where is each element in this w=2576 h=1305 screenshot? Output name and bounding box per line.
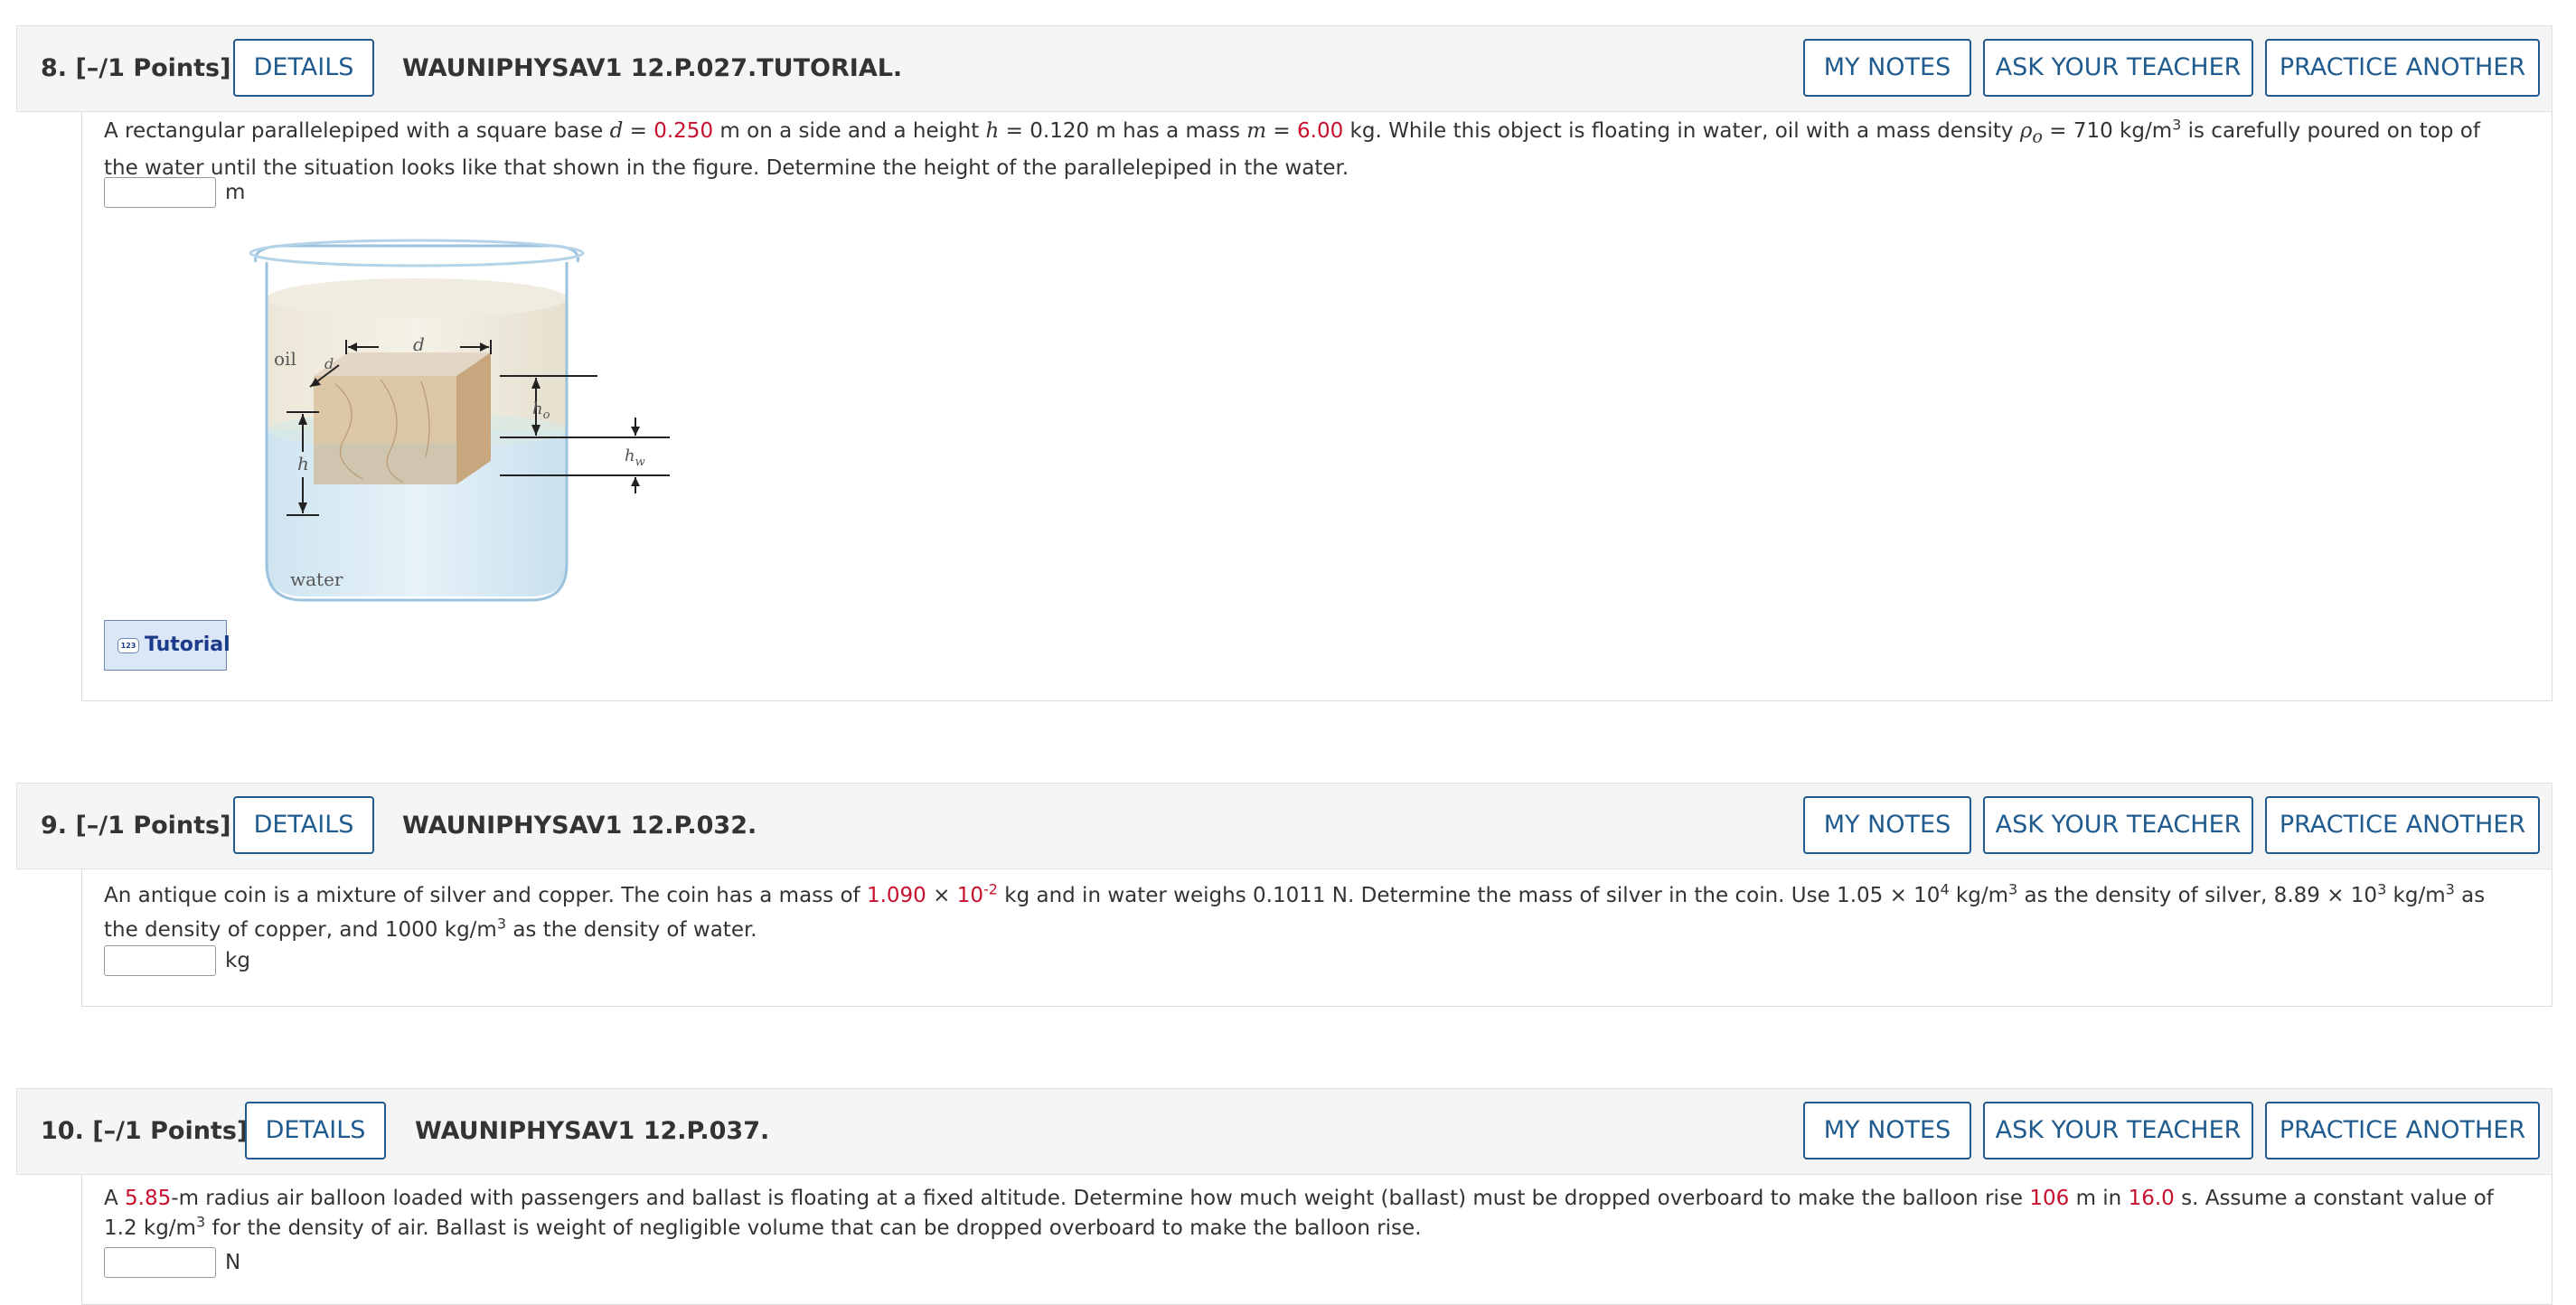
ask-your-teacher-button[interactable]: ASK YOUR TEACHER (1983, 39, 2253, 97)
question-8-body: A rectangular parallelepiped with a squa… (81, 112, 2552, 701)
answer-input[interactable] (104, 177, 216, 208)
oil-label: oil (274, 348, 296, 370)
question-10-body: A 5.85-m radius air balloon loaded with … (81, 1175, 2552, 1305)
details-button[interactable]: DETAILS (233, 39, 374, 97)
practice-another-button[interactable]: PRACTICE ANOTHER (2265, 39, 2540, 97)
question-number: 10. [–/1 Points] (41, 1117, 249, 1145)
wooden-block (314, 352, 491, 484)
unit-label: m (225, 181, 246, 204)
answer-input[interactable] (104, 1247, 216, 1278)
unit-label: N (225, 1251, 241, 1274)
water-label: water (290, 568, 343, 590)
details-button[interactable]: DETAILS (245, 1102, 386, 1159)
practice-another-button[interactable]: PRACTICE ANOTHER (2265, 1102, 2540, 1159)
question-code: WAUNIPHYSAV1 12.P.027.TUTORIAL. (402, 54, 903, 82)
question-code: WAUNIPHYSAV1 12.P.032. (402, 812, 757, 840)
my-notes-button[interactable]: MY NOTES (1803, 796, 1971, 854)
unit-label: kg (225, 949, 250, 972)
question-10-header: 10. [–/1 Points] DETAILS WAUNIPHYSAV1 12… (16, 1088, 2552, 1175)
question-text: An antique coin is a mixture of silver a… (104, 880, 2486, 942)
details-button[interactable]: DETAILS (233, 796, 374, 854)
tutorial-label: Tutorial (145, 634, 230, 656)
question-9-header: 9. [–/1 Points] DETAILS WAUNIPHYSAV1 12.… (16, 783, 2552, 869)
hw-label: hw (625, 446, 645, 469)
question-8-header: 8. [–/1 Points] DETAILS WAUNIPHYSAV1 12.… (16, 25, 2552, 112)
my-notes-button[interactable]: MY NOTES (1803, 39, 1971, 97)
beaker-figure: oil water d d h ho hw (249, 239, 670, 602)
d-dimension-label: d (413, 333, 425, 355)
question-number: 8. [–/1 Points] (41, 54, 231, 82)
answer-input[interactable] (104, 945, 216, 976)
practice-another-button[interactable]: PRACTICE ANOTHER (2265, 796, 2540, 854)
h-dimension-label: h (297, 453, 309, 474)
d-depth-label: d (324, 355, 334, 372)
my-notes-button[interactable]: MY NOTES (1803, 1102, 1971, 1159)
question-text: A 5.85-m radius air balloon loaded with … (104, 1187, 2494, 1240)
question-9-body: An antique coin is a mixture of silver a… (81, 869, 2552, 1007)
ask-your-teacher-button[interactable]: ASK YOUR TEACHER (1983, 1102, 2253, 1159)
question-text: A rectangular parallelepiped with a squa… (104, 116, 2480, 180)
tutorial-button[interactable]: 123 Tutorial (104, 620, 230, 671)
tutorial-icon: 123 (118, 638, 139, 653)
question-number: 9. [–/1 Points] (41, 812, 231, 840)
question-code: WAUNIPHYSAV1 12.P.037. (415, 1117, 770, 1145)
ask-your-teacher-button[interactable]: ASK YOUR TEACHER (1983, 796, 2253, 854)
